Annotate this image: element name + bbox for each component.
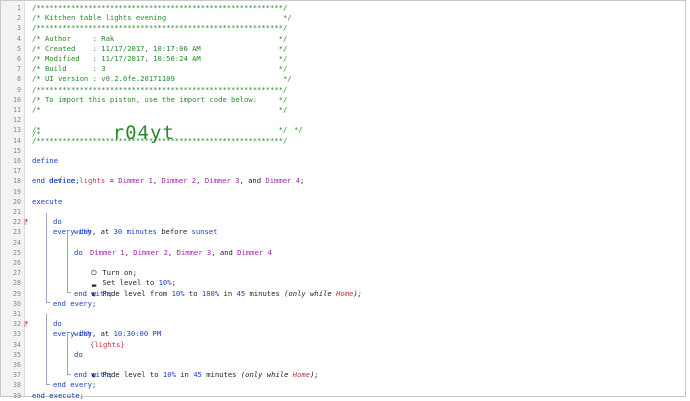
comment-created: /* Created : 11/17/2017, 10:17:06 AM */ xyxy=(32,43,288,53)
keyword-do: do xyxy=(74,247,83,257)
comment-modified: /* Modified : 11/17/2017, 10:50:24 AM */ xyxy=(32,54,288,63)
keyword-do: do xyxy=(53,217,62,227)
comment-rule: /***************************************… xyxy=(32,23,288,33)
keyword-end-every: end every; xyxy=(53,298,97,308)
line-number: 15 xyxy=(13,146,21,155)
keyword-end-with: end with; xyxy=(74,288,113,298)
keyword-define: define xyxy=(32,156,58,165)
variable-reference[interactable]: {lights} xyxy=(90,340,125,350)
block-guide xyxy=(46,213,50,303)
comment-import-line: /* To import this piston, use the import… xyxy=(32,94,288,104)
keyword-do: do xyxy=(74,349,83,359)
comment-blank: /* */ xyxy=(32,105,288,114)
block-guide xyxy=(67,231,71,293)
keyword-do: do xyxy=(53,319,62,329)
keyword-with: with xyxy=(74,329,92,339)
keyword-end-execute: end execute; xyxy=(32,390,84,400)
comment-rule: /***************************************… xyxy=(32,84,288,94)
comment-ui-version: /* UI version : v0.2.0fe.20171109 */ xyxy=(32,74,292,84)
comment-title: /* Kitchen table lights evening */ xyxy=(32,13,292,23)
keyword-end-every: end every; xyxy=(53,380,97,390)
comment-build: /* Build : 3 */ xyxy=(32,64,288,74)
block-guide xyxy=(67,333,71,375)
block-guide xyxy=(46,314,50,385)
keyword-end-define: end define; xyxy=(32,176,80,186)
comment-rule: /***************************************… xyxy=(32,3,288,12)
comment-author: /* Author : Rak */ xyxy=(32,33,288,43)
keyword-execute: execute xyxy=(32,196,63,206)
keyword-with: with xyxy=(74,227,92,237)
code-editor: 1 2 3 4 5 6 7 8 9 10 11 12 13 14 15 16 17 18 19 20 21 22 23 24 2… xyxy=(0,0,686,400)
comment-blank: /* */ xyxy=(32,125,288,135)
comment-rule: /***************************************… xyxy=(32,135,288,145)
keyword-end-with: end with; xyxy=(74,370,113,380)
